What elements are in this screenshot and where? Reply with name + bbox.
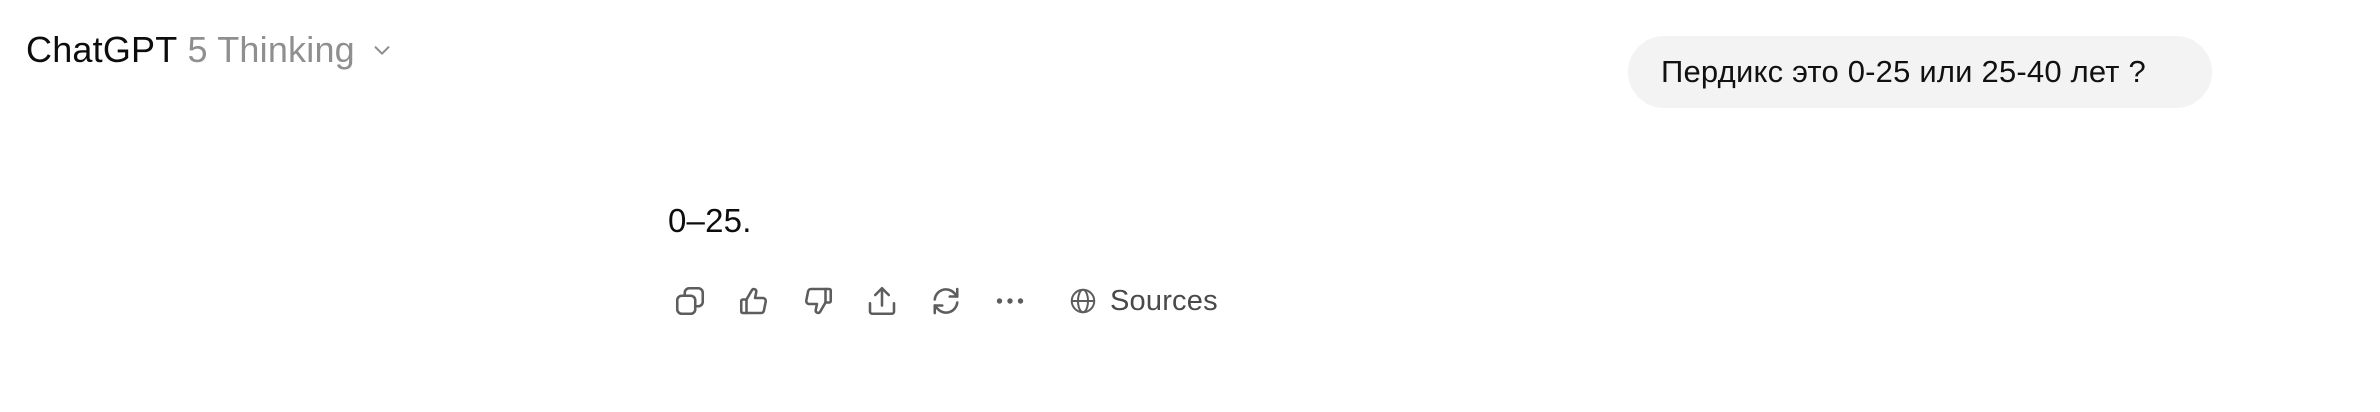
copy-icon — [675, 286, 705, 316]
regenerate-icon — [933, 287, 959, 315]
bad-response-button[interactable] — [796, 279, 840, 323]
chevron-down-icon — [369, 37, 395, 63]
more-actions-button[interactable] — [988, 279, 1032, 323]
model-variant: 5 Thinking — [187, 29, 355, 70]
globe-icon — [1070, 288, 1096, 314]
regenerate-button[interactable] — [924, 279, 968, 323]
model-switcher[interactable]: ChatGPT 5 Thinking — [26, 22, 395, 78]
copy-button[interactable] — [668, 279, 712, 323]
message-actions: Sources — [668, 279, 1224, 323]
assistant-message: 0–25. — [668, 202, 752, 239]
good-response-button[interactable] — [732, 279, 776, 323]
sources-button[interactable]: Sources — [1062, 279, 1224, 323]
user-message-bubble: Пердикс это 0-25 или 25-40 лет ? — [1628, 36, 2212, 108]
share-button[interactable] — [860, 279, 904, 323]
more-icon — [996, 298, 1024, 304]
thumbs-up-icon — [739, 287, 767, 315]
sources-label: Sources — [1110, 284, 1218, 317]
model-name: ChatGPT — [26, 29, 178, 70]
share-icon — [868, 286, 896, 316]
thumbs-down-icon — [805, 287, 833, 315]
user-message-text: Пердикс это 0-25 или 25-40 лет ? — [1661, 54, 2146, 89]
